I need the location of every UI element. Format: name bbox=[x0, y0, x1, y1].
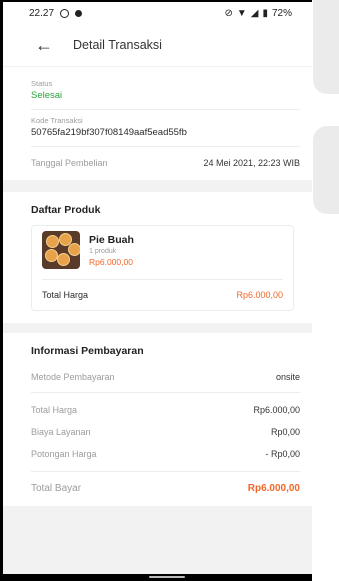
service-fee-row: Biaya Layanan Rp0,00 bbox=[31, 421, 300, 443]
payment-method-value: onsite bbox=[275, 372, 300, 382]
payment-method-row: Metode Pembayaran onsite bbox=[31, 366, 300, 393]
transaction-code-row: Kode Transaksi 50765fa219bf307f08149aaf5… bbox=[31, 110, 300, 147]
discount-value: - Rp0,00 bbox=[265, 449, 300, 459]
grand-total-label: Total Bayar bbox=[31, 483, 82, 494]
discount-label: Potongan Harga bbox=[31, 449, 97, 459]
section-gap bbox=[3, 180, 312, 192]
product-total-row: Total Harga Rp6.000,00 bbox=[42, 280, 283, 310]
grand-total-row: Total Bayar Rp6.000,00 bbox=[31, 471, 300, 506]
grand-total-value: Rp6.000,00 bbox=[247, 483, 300, 494]
notification-dot-icon bbox=[75, 9, 83, 17]
app-header: ← Detail Transaksi bbox=[3, 24, 312, 66]
product-image bbox=[42, 231, 80, 269]
total-price-value: Rp6.000,00 bbox=[253, 405, 300, 415]
mute-icon: ⊘ bbox=[224, 7, 233, 19]
total-price-label: Total Harga bbox=[31, 405, 78, 415]
pie-shape bbox=[46, 235, 59, 248]
background-tile bbox=[313, 0, 339, 94]
home-indicator[interactable] bbox=[149, 576, 185, 578]
navigation-bar bbox=[3, 574, 312, 581]
product-name: Pie Buah bbox=[89, 233, 134, 246]
product-list-section: Daftar Produk Pie Buah 1 produk Rp6.000,… bbox=[3, 192, 312, 323]
pie-shape bbox=[68, 243, 80, 256]
background-tile bbox=[313, 126, 339, 214]
transaction-code-value: 50765fa219bf307f08149aaf5ead55fb bbox=[31, 127, 187, 138]
product-price: Rp6.000,00 bbox=[89, 256, 133, 267]
battery-percent: 72% bbox=[271, 7, 292, 19]
product-quantity: 1 produk bbox=[89, 247, 117, 255]
payment-info-section: Informasi Pembayaran Metode Pembayaran o… bbox=[3, 333, 312, 506]
product-total-label: Total Harga bbox=[42, 290, 89, 300]
product-item[interactable]: Pie Buah 1 produk Rp6.000,00 bbox=[42, 231, 283, 280]
service-fee-value: Rp0,00 bbox=[270, 427, 300, 437]
total-price-row: Total Harga Rp6.000,00 bbox=[31, 399, 300, 421]
product-total-value: Rp6.000,00 bbox=[236, 290, 283, 300]
background-strip bbox=[312, 0, 339, 581]
purchase-date-label: Tanggal Pembelian bbox=[31, 158, 108, 168]
product-list-title: Daftar Produk bbox=[31, 204, 101, 216]
signal-icon: ◢ bbox=[250, 7, 259, 19]
page-title: Detail Transaksi bbox=[73, 38, 162, 52]
purchase-date-row: Tanggal Pembelian 24 Mei 2021, 22:23 WIB bbox=[31, 147, 300, 180]
status-label: Status bbox=[31, 79, 53, 88]
whatsapp-icon bbox=[60, 8, 70, 18]
payment-method-label: Metode Pembayaran bbox=[31, 372, 115, 382]
back-arrow-icon[interactable]: ← bbox=[35, 36, 53, 54]
transaction-info: Status Selesai Kode Transaksi 50765fa219… bbox=[3, 67, 312, 180]
status-row: Status Selesai bbox=[31, 73, 300, 110]
status-time: 22.27 bbox=[29, 7, 55, 19]
payment-info-title: Informasi Pembayaran bbox=[31, 345, 144, 357]
wifi-icon: ▼ bbox=[236, 7, 247, 19]
service-fee-label: Biaya Layanan bbox=[31, 427, 91, 437]
battery-icon: ▮ bbox=[262, 7, 268, 19]
transaction-code-label: Kode Transaksi bbox=[31, 116, 83, 125]
product-info: Pie Buah 1 produk Rp6.000,00 bbox=[89, 234, 134, 267]
section-gap bbox=[3, 323, 312, 333]
discount-row: Potongan Harga - Rp0,00 bbox=[31, 443, 300, 465]
status-value: Selesai bbox=[31, 90, 63, 101]
status-bar: 22.27 ⊘ ▼ ◢ ▮ 72% bbox=[3, 2, 312, 24]
pie-shape bbox=[57, 253, 70, 266]
purchase-date-value: 24 Mei 2021, 22:23 WIB bbox=[203, 158, 300, 168]
phone-screen: 22.27 ⊘ ▼ ◢ ▮ 72% ← Detail Transaksi Sta… bbox=[3, 2, 312, 581]
product-card: Pie Buah 1 produk Rp6.000,00 Total Harga… bbox=[31, 225, 294, 311]
